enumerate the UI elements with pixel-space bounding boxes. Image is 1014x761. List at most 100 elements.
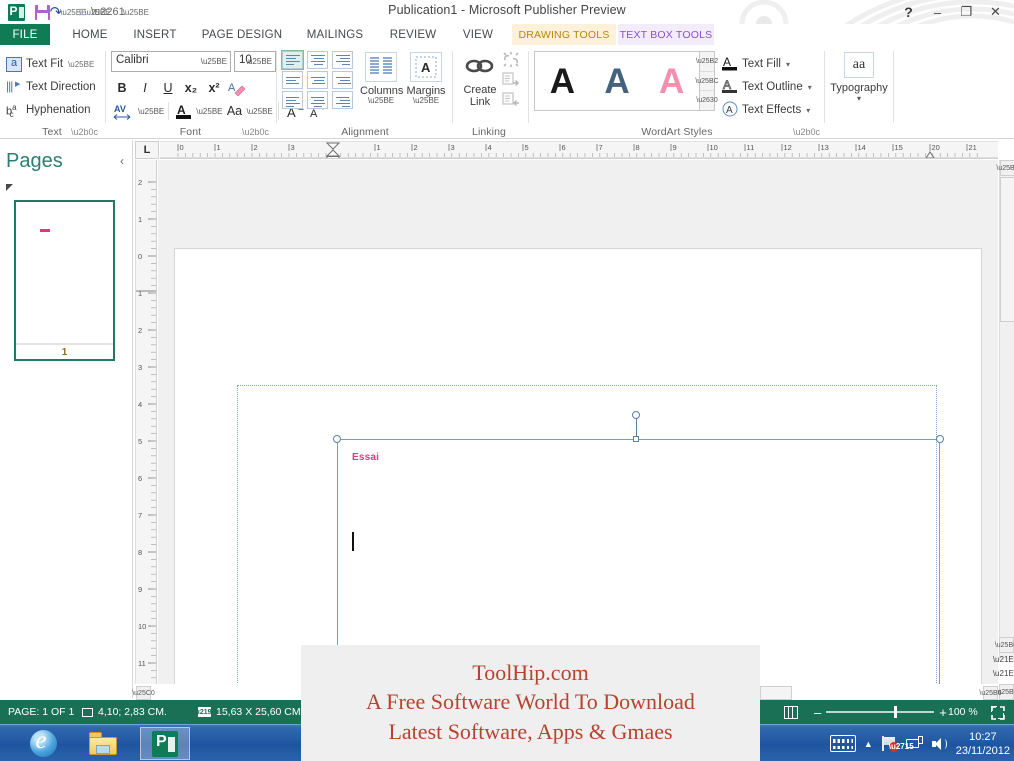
wordart-dialog-launcher[interactable]: \u2b0c <box>793 127 820 137</box>
selection-handle-top-center[interactable] <box>633 436 639 442</box>
align-top-center-button[interactable] <box>307 51 328 69</box>
action-center-flag-icon[interactable]: \u2715 <box>881 735 914 752</box>
view-toggle[interactable] <box>784 700 798 724</box>
chevron-down-icon[interactable]: \u25BE <box>246 57 272 66</box>
page-indicator[interactable]: PAGE: 1 OF 1 <box>8 700 74 724</box>
font-dialog-launcher[interactable]: \u2b0c <box>242 127 269 137</box>
zoom-slider[interactable] <box>826 706 935 718</box>
align-top-right-button[interactable] <box>332 51 353 69</box>
text-dialog-launcher[interactable]: \u2b0c <box>71 127 98 137</box>
zoom-level-indicator[interactable]: 100 % <box>948 700 978 724</box>
align-bottom-right-button[interactable] <box>332 91 353 109</box>
tab-view[interactable]: VIEW <box>450 24 506 46</box>
page-thumbnail-1[interactable]: 1 <box>14 200 115 361</box>
chevron-down-icon[interactable]: \u25BE <box>68 60 94 69</box>
scroll-up-icon[interactable]: \u25B2 <box>996 160 1014 176</box>
taskbar-internet-explorer[interactable] <box>18 727 68 760</box>
scroll-down-icon[interactable]: \u25BC <box>695 72 719 92</box>
text-effects-button[interactable]: A Text Effects ▾ <box>722 99 810 121</box>
text-direction-button[interactable]: Text Direction <box>6 76 96 98</box>
wordart-style-2[interactable]: A <box>604 64 629 99</box>
taskbar-publisher[interactable] <box>140 727 190 760</box>
chevron-down-icon[interactable]: \u25BE <box>201 57 227 66</box>
tab-file[interactable]: FILE <box>0 24 50 46</box>
superscript-button[interactable]: x² <box>203 77 225 99</box>
zoom-in-button[interactable]: + <box>939 705 947 720</box>
text-outline-button[interactable]: A Text Outline ▾ <box>722 76 812 98</box>
tab-page-design[interactable]: PAGE DESIGN <box>192 24 292 46</box>
fit-page-icon[interactable] <box>991 705 1005 720</box>
more-styles-icon[interactable]: \u2630 <box>696 91 717 110</box>
chevron-down-icon[interactable]: ▾ <box>786 60 790 69</box>
margins-button[interactable]: A Margins \u25BE <box>404 52 448 105</box>
restore-button[interactable]: ❐ <box>952 1 981 23</box>
chevron-down-icon[interactable]: \u25BE <box>360 97 402 105</box>
scroll-down-icon[interactable]: \u25BC <box>995 637 1014 653</box>
italic-button[interactable]: I <box>134 77 156 99</box>
font-color-button[interactable]: A <box>173 100 195 122</box>
help-button[interactable]: ? <box>894 1 923 23</box>
page-view-icon[interactable] <box>784 705 798 719</box>
document-canvas[interactable]: Essai <box>158 160 998 684</box>
text-fill-button[interactable]: A Text Fill ▾ <box>722 53 790 75</box>
vertical-scrollbar[interactable]: \u25B2 <box>996 160 1014 660</box>
publisher-taskbar-icon[interactable] <box>152 730 178 757</box>
close-button[interactable]: ✕ <box>981 1 1010 23</box>
network-icon[interactable] <box>905 735 923 752</box>
tab-mailings[interactable]: MAILINGS <box>296 24 374 46</box>
chevron-down-icon[interactable]: ▾ <box>828 94 890 103</box>
align-bottom-left-button[interactable] <box>282 91 303 109</box>
chevron-down-icon[interactable]: ▾ <box>808 83 812 92</box>
hyphenation-button[interactable]: bac Hyphenation <box>6 99 91 121</box>
wordart-style-3[interactable]: A <box>659 64 684 99</box>
character-spacing-button[interactable]: AV <box>111 100 137 122</box>
file-explorer-icon[interactable] <box>89 732 117 755</box>
align-middle-center-button[interactable] <box>307 71 328 89</box>
align-bottom-center-button[interactable] <box>307 91 328 109</box>
font-name-input[interactable]: Calibri \u25BE <box>111 51 231 72</box>
scroll-left-icon[interactable]: \u25C0 <box>132 686 155 700</box>
subscript-button[interactable]: x₂ <box>180 77 202 99</box>
on-screen-keyboard-icon[interactable] <box>829 735 856 752</box>
horizontal-scroll-thumb[interactable] <box>760 686 792 700</box>
zoom-slider-knob[interactable] <box>894 706 898 718</box>
fit-page-button[interactable] <box>991 700 1005 724</box>
internet-explorer-icon[interactable] <box>29 727 57 757</box>
tab-review[interactable]: REVIEW <box>380 24 446 46</box>
chevron-down-icon[interactable]: ▾ <box>806 106 810 115</box>
bold-button[interactable]: B <box>111 77 133 99</box>
zoom-out-button[interactable]: – <box>814 705 821 720</box>
selection-handle-top-right[interactable] <box>936 435 944 443</box>
wordart-gallery-scroll[interactable]: \u25B2 \u25BC \u2630 <box>695 51 719 111</box>
horizontal-ruler[interactable]: 0 1 2 3 1 2 3 4 5 6 7 8 9 10 11 12 13 14 15 20 21 <box>160 141 998 159</box>
collapse-pane-icon[interactable]: ‹ <box>120 154 124 168</box>
pages-group-toggle-icon[interactable] <box>6 184 13 191</box>
clear-formatting-icon[interactable]: A <box>226 77 248 99</box>
align-middle-left-button[interactable] <box>282 71 303 89</box>
previous-page-icon[interactable]: \u21E1 <box>993 654 1014 665</box>
create-link-button[interactable]: Create Link <box>458 53 502 108</box>
text-box-content[interactable]: Essai <box>352 452 379 463</box>
vertical-scroll-thumb[interactable] <box>1000 177 1014 322</box>
clock[interactable]: 10:27 23/11/2012 <box>956 730 1010 758</box>
align-top-left-button[interactable] <box>281 50 304 70</box>
rotation-handle[interactable] <box>632 411 640 419</box>
align-middle-right-button[interactable] <box>332 71 353 89</box>
text-fit-button[interactable]: Text Fit \u25BE <box>6 53 94 75</box>
tab-insert[interactable]: INSERT <box>124 24 186 46</box>
font-size-input[interactable]: 10 \u25BE <box>234 51 276 72</box>
selection-handle-top-left[interactable] <box>333 435 341 443</box>
vertical-ruler[interactable]: 2 1 0 1 2 3 4 5 6 7 8 9 10 11 <box>135 160 157 684</box>
volume-icon[interactable] <box>931 736 948 752</box>
ruler-corner-tab-selector[interactable]: L <box>135 141 159 159</box>
change-case-button[interactable]: Aa <box>224 100 246 122</box>
tab-home[interactable]: HOME <box>60 24 120 46</box>
wordart-style-1[interactable]: A <box>550 64 575 99</box>
taskbar-file-explorer[interactable] <box>78 727 128 760</box>
columns-button[interactable]: Columns \u25BE <box>360 52 403 105</box>
next-page-icon[interactable]: \u21E3 <box>993 668 1014 679</box>
wordart-gallery[interactable]: A A A <box>534 51 700 111</box>
zoom-control[interactable]: – + <box>814 700 947 724</box>
publication-page[interactable]: Essai <box>174 248 982 684</box>
minimize-button[interactable]: – <box>923 1 952 23</box>
